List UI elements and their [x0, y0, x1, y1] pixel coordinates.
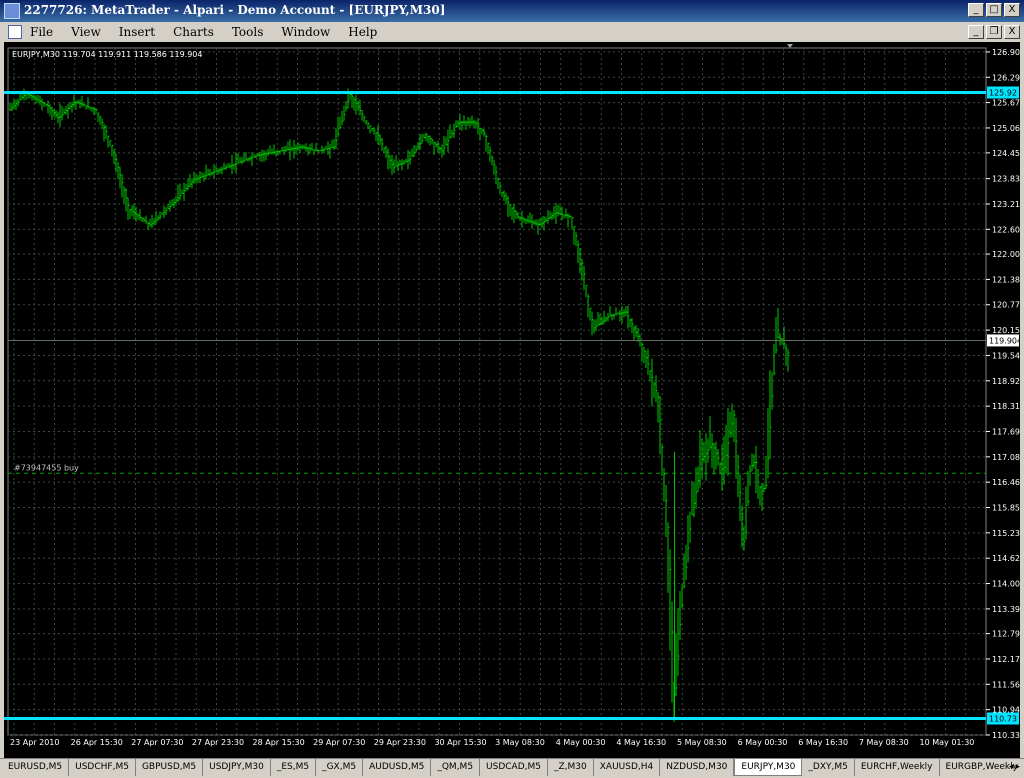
y-tick-label: 117.695 — [992, 427, 1020, 436]
y-tick-label: 118.310 — [992, 402, 1020, 411]
bid-price-label: 119.904 — [989, 336, 1020, 345]
plot-frame — [7, 47, 987, 736]
y-tick-label: 117.080 — [992, 453, 1020, 462]
chart-tab[interactable]: _QM,M5 — [431, 759, 481, 776]
tab-scroll-arrows: ◂ ▸ — [1009, 762, 1020, 772]
chart-close-button[interactable]: X — [1004, 25, 1020, 39]
y-tick-label: 115.850 — [992, 504, 1020, 513]
chart-tab[interactable]: NZDUSD,M30 — [660, 759, 735, 776]
chart-restore-button[interactable]: ❐ — [986, 25, 1002, 39]
y-tick-label: 125.060 — [992, 124, 1020, 133]
x-tick-label: 3 May 08:30 — [495, 738, 545, 747]
y-tick-label: 122.000 — [992, 250, 1020, 259]
y-tick-label: 120.155 — [992, 326, 1020, 335]
level-price-label: 125.92 — [989, 89, 1017, 98]
price-chart[interactable]: 23 Apr 2010 26 Apr 15:30 27 Apr 07:30 27 Ap… — [4, 42, 1024, 758]
x-tick-label: 23 Apr 2010 — [10, 738, 59, 747]
chart-tab[interactable]: _GX,M5 — [316, 759, 364, 776]
x-tick-label: 27 Apr 07:30 — [131, 738, 183, 747]
x-tick-label: 4 May 00:30 — [556, 738, 606, 747]
x-tick-label: 4 May 16:30 — [616, 738, 666, 747]
level-price-label: 110.73 — [989, 715, 1017, 724]
x-tick-label: 6 May 16:30 — [798, 738, 848, 747]
x-tick-label: 5 May 08:30 — [677, 738, 727, 747]
chart-info-line: EURJPY,M30 119.704 119.911 119.586 119.9… — [12, 50, 203, 59]
minimize-button[interactable]: _ — [968, 3, 984, 17]
window-controls: _ □ X — [968, 3, 1020, 17]
maximize-button[interactable]: □ — [986, 3, 1002, 17]
y-tick-label: 113.390 — [992, 605, 1020, 614]
title-bar: 2277726: MetaTrader - Alpari - Demo Acco… — [0, 0, 1024, 22]
y-tick-label: 125.675 — [992, 99, 1020, 108]
y-tick-label: 115.235 — [992, 529, 1020, 538]
chart-tab[interactable]: USDCHF,M5 — [69, 759, 136, 776]
x-tick-label: 26 Apr 15:30 — [71, 738, 123, 747]
menu-items: File View Insert Charts Tools Window Help — [30, 25, 377, 39]
menu-view[interactable]: View — [71, 25, 101, 39]
x-tick-label: 30 Apr 15:30 — [434, 738, 486, 747]
y-tick-label: 111.560 — [992, 680, 1020, 689]
order-label: #73947455 buy — [14, 463, 79, 472]
menu-help[interactable]: Help — [348, 25, 377, 39]
chart-tab[interactable]: EURCHF,Weekly — [855, 759, 940, 776]
y-tick-label: 118.925 — [992, 377, 1020, 386]
menu-window[interactable]: Window — [281, 25, 330, 39]
chart-tab[interactable]: USDJPY,M30 — [203, 759, 271, 776]
x-tick-label: 6 May 00:30 — [738, 738, 788, 747]
window-title: 2277726: MetaTrader - Alpari - Demo Acco… — [24, 3, 446, 17]
chart-window-controls: _ ❐ X — [968, 25, 1020, 39]
tab-scroll-left-icon[interactable]: ◂ — [1009, 762, 1014, 772]
y-tick-label: 126.905 — [992, 48, 1020, 57]
chart-shift-marker-icon[interactable] — [787, 44, 793, 48]
menu-bar: File View Insert Charts Tools Window Help _ ❐ … — [0, 22, 1024, 42]
x-tick-label: 29 Apr 07:30 — [313, 738, 365, 747]
y-tick-label: 119.540 — [992, 351, 1020, 360]
y-tick-label: 112.175 — [992, 655, 1020, 664]
y-tick-label: 122.600 — [992, 225, 1020, 234]
y-tick-label: 120.770 — [992, 301, 1020, 310]
y-tick-label: 110.330 — [992, 731, 1020, 740]
chart-window-icon[interactable] — [8, 25, 22, 39]
x-tick-label: 28 Apr 15:30 — [253, 738, 305, 747]
chart-tab[interactable]: GBPUSD,M5 — [136, 759, 204, 776]
menu-file[interactable]: File — [30, 25, 53, 39]
x-tick-label: 7 May 08:30 — [859, 738, 909, 747]
chart-tab[interactable]: AUDUSD,M5 — [363, 759, 432, 776]
chart-tab[interactable]: EURUSD,M5 — [2, 759, 70, 776]
chart-minimize-button[interactable]: _ — [968, 25, 984, 39]
close-button[interactable]: X — [1004, 3, 1020, 17]
chart-tabs: EURUSD,M5 USDCHF,M5 GBPUSD,M5 USDJPY,M30 _ES… — [2, 759, 1024, 776]
y-tick-label: 123.215 — [992, 200, 1020, 209]
y-tick-label: 114.620 — [992, 554, 1020, 563]
x-tick-label: 27 Apr 23:30 — [192, 738, 244, 747]
chart-tab[interactable]: _ES,M5 — [271, 759, 317, 776]
chart-tab[interactable]: _DXY,M5 — [802, 759, 855, 776]
chart-tab-bar: EURUSD,M5 USDCHF,M5 GBPUSD,M5 USDJPY,M30 _ES… — [0, 758, 1024, 778]
y-tick-label: 123.830 — [992, 175, 1020, 184]
chart-tab[interactable]: EURJPY,M30 — [734, 759, 803, 776]
y-tick-label: 114.005 — [992, 580, 1020, 589]
x-tick-label: 10 May 01:30 — [920, 738, 975, 747]
y-tick-label: 112.790 — [992, 630, 1020, 639]
metatrader-app-icon — [4, 3, 20, 19]
chart-tab[interactable]: USDCAD,M5 — [480, 759, 549, 776]
chart-tab[interactable]: _Z,M30 — [548, 759, 594, 776]
menu-tools[interactable]: Tools — [232, 25, 264, 39]
y-tick-label: 126.290 — [992, 73, 1020, 82]
y-tick-label: 116.465 — [992, 478, 1020, 487]
menu-insert[interactable]: Insert — [119, 25, 155, 39]
chart-tab[interactable]: XAUUSD,H4 — [594, 759, 661, 776]
y-tick-label: 121.385 — [992, 275, 1020, 284]
chart-area[interactable]: 23 Apr 2010 26 Apr 15:30 27 Apr 07:30 27 Ap… — [4, 42, 1024, 758]
y-tick-label: 124.455 — [992, 149, 1020, 158]
tab-scroll-right-icon[interactable]: ▸ — [1015, 762, 1020, 772]
menu-charts[interactable]: Charts — [173, 25, 214, 39]
x-tick-label: 29 Apr 23:30 — [374, 738, 426, 747]
